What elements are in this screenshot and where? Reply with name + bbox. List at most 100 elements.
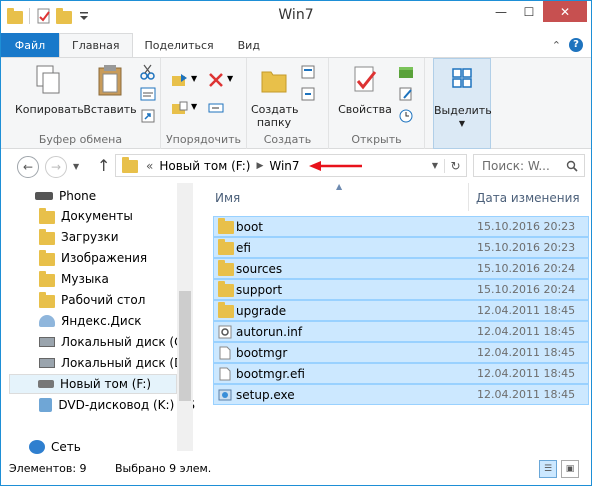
nav-item-drive-c[interactable]: Локальный диск (C:) [39,332,195,352]
nav-item-label: Документы [61,209,133,223]
nav-item-documents[interactable]: Документы [39,206,195,226]
nav-item-downloads[interactable]: Загрузки [39,227,195,247]
nav-item-phone[interactable]: Phone [35,186,191,206]
rename-icon[interactable] [207,100,225,116]
chevron-down-icon[interactable]: ▼ [432,161,438,170]
tab-file[interactable]: Файл [1,33,59,57]
maximize-button[interactable]: ☐ [515,1,543,22]
easy-access-icon[interactable] [299,86,317,102]
nav-scrollbar[interactable] [177,183,193,451]
chevron-down-icon[interactable]: ▼ [191,74,197,83]
file-date: 12.04.2011 18:45 [477,304,576,317]
table-row[interactable]: bootmgr 12.04.2011 18:45 [213,342,589,363]
nav-item-dvd[interactable]: DVD-дисковод (K:) GS [39,395,195,415]
forward-button[interactable]: → [45,156,67,178]
close-button[interactable]: ✕ [543,1,587,22]
nav-item-desktop[interactable]: Рабочий стол [39,290,195,310]
table-row[interactable]: boot 15.10.2016 20:23 [213,216,589,237]
file-name: setup.exe [236,387,295,402]
copy-button[interactable]: Копировать [15,64,84,116]
file-date: 12.04.2011 18:45 [477,367,576,380]
table-row[interactable]: upgrade 12.04.2011 18:45 [213,300,589,321]
open-icon[interactable] [397,64,415,80]
breadcrumb-overflow[interactable]: « [146,159,153,173]
nav-item-label: Локальный диск (C:) [61,335,192,349]
chevron-down-icon[interactable]: ▼ [73,162,79,171]
edit-icon[interactable] [397,86,415,102]
move-to-icon[interactable] [171,72,189,88]
chevron-down-icon[interactable]: ▼ [227,74,233,83]
table-row[interactable]: sources 15.10.2016 20:24 [213,258,589,279]
nav-scrollbar-thumb[interactable] [179,291,191,401]
paste-button[interactable]: Вставить [83,64,137,116]
history-icon[interactable] [397,108,415,124]
search-input[interactable]: Поиск: W... [473,154,585,177]
nav-item-network[interactable]: Сеть [29,437,185,457]
table-row[interactable]: support 15.10.2016 20:24 [213,279,589,300]
large-icons-view-button[interactable]: ▣ [561,460,579,478]
nav-item-pictures[interactable]: Изображения [39,248,195,268]
tab-view[interactable]: Вид [226,33,272,57]
table-row[interactable]: setup.exe 12.04.2011 18:45 [213,384,589,405]
paste-shortcut-icon[interactable] [139,108,157,124]
breadcrumb-drive[interactable]: Новый том (F:) [159,159,250,173]
status-bar: Элементов: 9 Выбрано 9 элем. ☰ ▣ [1,457,591,485]
nav-item-music[interactable]: Музыка [39,269,195,289]
copy-path-icon[interactable] [139,86,157,102]
properties-label: Свойства [338,103,392,116]
tab-share[interactable]: Поделиться [133,33,226,57]
table-row[interactable]: efi 15.10.2016 20:23 [213,237,589,258]
copy-to-icon[interactable] [171,100,189,116]
refresh-icon[interactable]: ↻ [444,158,466,173]
nav-item-label: Сеть [51,440,81,454]
back-button[interactable]: ← [17,156,39,178]
breadcrumb-current[interactable]: Win7 [269,159,299,173]
nav-item-yandex-disk[interactable]: Яндекс.Диск [39,311,195,331]
nav-item-label: Яндекс.Диск [61,314,142,328]
file-name: autorun.inf [236,324,303,339]
cut-icon[interactable] [139,64,157,80]
search-placeholder: Поиск: W... [482,158,550,173]
file-icon [219,367,231,381]
up-arrow-icon[interactable]: ↑ [97,156,110,175]
new-folder-icon [261,71,287,93]
breadcrumb-chevron-icon[interactable]: ▶ [256,161,263,171]
select-button[interactable]: Выделить ▼ [434,65,492,128]
new-folder-label-1: Создать [251,103,299,116]
nav-item-drive-d[interactable]: Локальный диск (D:) [39,353,195,373]
folder-icon [218,218,234,234]
nav-item-label: Музыка [61,272,109,286]
select-label: Выделить [434,104,492,117]
phone-drive-icon [35,192,53,200]
column-name[interactable]: Имя [215,191,240,205]
properties-button[interactable]: Свойства [335,64,395,116]
ribbon-tabs: Файл Главная Поделиться Вид ⌃ ? [1,33,591,57]
help-icon[interactable]: ? [569,38,583,52]
search-icon[interactable] [566,160,578,172]
clipboard-group-label: Буфер обмена [38,133,123,146]
properties-icon [354,66,377,92]
table-row[interactable]: bootmgr.efi 12.04.2011 18:45 [213,363,589,384]
yandex-disk-icon [39,315,55,327]
details-view-button[interactable]: ☰ [539,460,557,478]
column-date[interactable]: Дата изменения [476,191,580,205]
file-name: upgrade [236,303,287,318]
nav-item-label: Загрузки [61,230,119,244]
navigation-pane: Phone Документы Загрузки Изображения Муз… [1,183,195,457]
nav-item-label: Новый том (F:) [60,377,152,391]
open-group-label: Открыть [351,133,402,146]
address-bar[interactable]: « Новый том (F:) ▶ Win7 ▼ ↻ [115,154,467,177]
folder-icon [39,208,55,224]
paste-icon [98,65,122,96]
tab-home[interactable]: Главная [59,33,133,57]
chevron-down-icon[interactable]: ▼ [191,102,197,111]
minimize-button[interactable]: — [487,1,515,22]
new-item-icon[interactable] [299,64,317,80]
column-divider[interactable] [468,183,469,211]
delete-icon[interactable] [207,72,225,88]
collapse-ribbon-icon[interactable]: ⌃ [552,39,561,52]
table-row[interactable]: autorun.inf 12.04.2011 18:45 [213,321,589,342]
folder-icon [122,157,138,173]
nav-item-drive-f[interactable]: Новый том (F:) [9,374,177,394]
new-folder-button[interactable]: Создать папку [251,64,299,129]
